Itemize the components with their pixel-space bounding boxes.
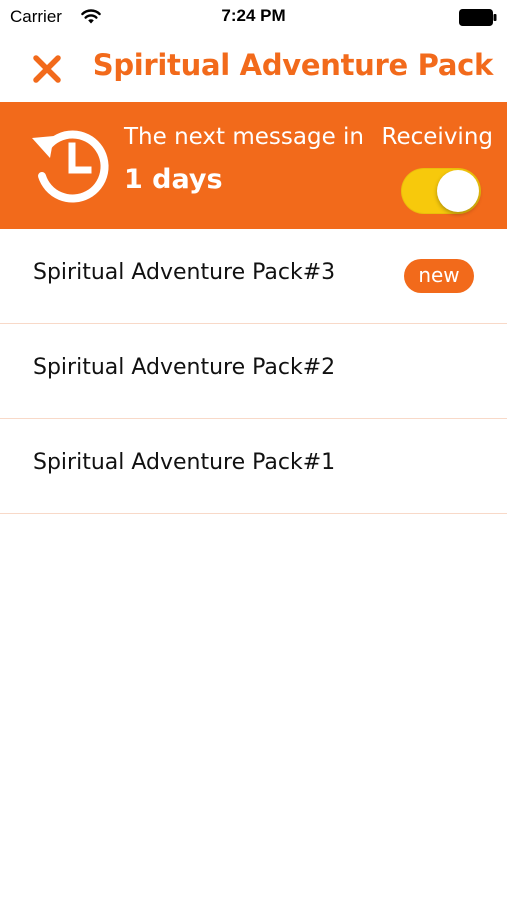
battery-icon (459, 9, 497, 26)
status-bar: Carrier 7:24 PM (0, 0, 507, 36)
nav-bar: Spiritual Adventure Pack (0, 36, 507, 102)
list-item-pack-1[interactable]: Spiritual Adventure Pack#1 (0, 419, 507, 514)
list-item-pack-2[interactable]: Spiritual Adventure Pack#2 (0, 324, 507, 419)
list-item-pack-3[interactable]: Spiritual Adventure Pack#3 new (0, 229, 507, 324)
status-time: 7:24 PM (221, 6, 286, 25)
toggle-knob[interactable] (437, 170, 479, 212)
list-item-title: Spiritual Adventure Pack#1 (33, 450, 336, 475)
receiving-toggle[interactable] (401, 168, 481, 214)
next-message-banner: The next message in 1 days Receiving (0, 102, 507, 229)
list-item-title: Spiritual Adventure Pack#2 (33, 355, 336, 380)
days-remaining: 1 days (124, 164, 223, 195)
history-clock-icon (32, 130, 109, 203)
new-badge: new (404, 259, 474, 293)
receiving-label: Receiving (381, 124, 493, 150)
close-icon[interactable] (26, 48, 70, 92)
page-title: Spiritual Adventure Pack (92, 48, 494, 82)
message-list: Spiritual Adventure Pack#3 new Spiritual… (0, 229, 507, 514)
screen: Carrier 7:24 PM Spiritual Adventure Pack… (0, 0, 507, 900)
list-item-title: Spiritual Adventure Pack#3 (33, 260, 336, 285)
next-message-label: The next message in (124, 124, 364, 150)
